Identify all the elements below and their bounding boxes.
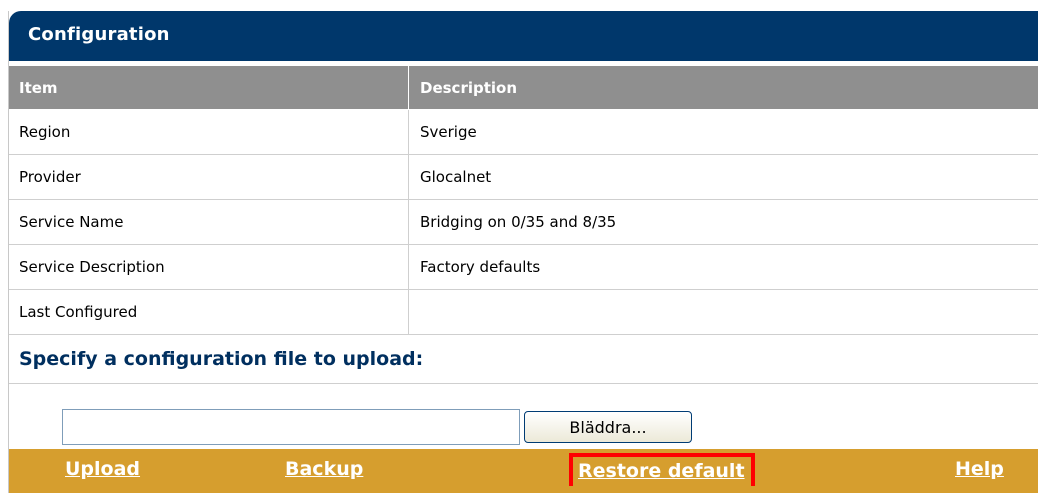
configuration-table: Item Description Region Sverige Provider…: [9, 66, 1038, 335]
upload-row: Bläddra...: [9, 383, 1038, 449]
title-bar: Configuration: [9, 11, 1038, 61]
table-row: Provider Glocalnet: [9, 155, 1038, 200]
description-cell: [409, 290, 1038, 334]
description-cell: Factory defaults: [420, 258, 541, 276]
action-bar: Upload Backup Restore default Help: [9, 449, 1038, 493]
item-cell: Last Configured: [9, 290, 409, 334]
column-header-item: Item: [9, 66, 409, 109]
browse-button[interactable]: Bläddra...: [524, 411, 692, 443]
file-path-input[interactable]: [62, 409, 520, 445]
table-row: Last Configured: [9, 290, 1038, 335]
description-cell: Bridging on 0/35 and 8/35: [420, 213, 617, 231]
item-cell: Service Description: [9, 245, 409, 289]
upload-heading: Specify a configuration file to upload:: [19, 348, 424, 370]
item-cell: Region: [9, 110, 409, 154]
column-header-description: Description: [420, 78, 518, 97]
table-row: Region Sverige: [9, 110, 1038, 155]
description-cell: Sverige: [420, 123, 477, 141]
description-cell: Glocalnet: [420, 168, 492, 186]
table-header-row: Item Description: [9, 66, 1038, 110]
table-row: Service Name Bridging on 0/35 and 8/35: [9, 200, 1038, 245]
panel-title: Configuration: [28, 24, 170, 45]
item-cell: Provider: [9, 155, 409, 199]
item-cell: Service Name: [9, 200, 409, 244]
restore-default-link[interactable]: Restore default: [569, 453, 755, 486]
help-link[interactable]: Help: [955, 458, 1004, 480]
backup-link[interactable]: Backup: [285, 458, 363, 480]
upload-link[interactable]: Upload: [65, 458, 140, 480]
configuration-panel: Configuration Item Description Region Sv…: [8, 11, 1038, 493]
table-row: Service Description Factory defaults: [9, 245, 1038, 290]
